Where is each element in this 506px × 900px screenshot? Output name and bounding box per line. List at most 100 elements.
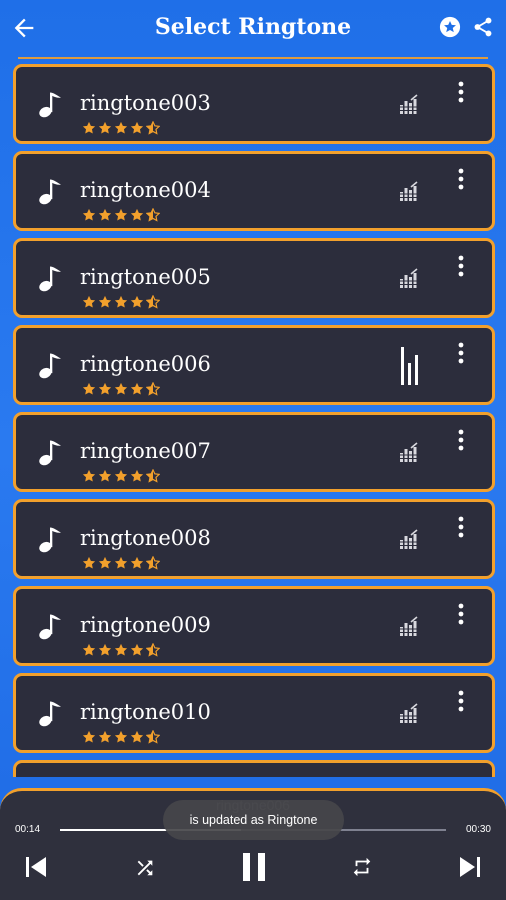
star-rating xyxy=(82,121,162,135)
star-full-icon xyxy=(130,295,144,308)
star-full-icon xyxy=(82,121,96,134)
star-full-icon xyxy=(130,730,144,743)
star-full-icon xyxy=(114,556,128,569)
total-duration: 00:30 xyxy=(465,824,491,835)
music-note-icon xyxy=(39,440,61,466)
page-title: Select Ringtone xyxy=(154,14,352,40)
star-full-icon xyxy=(82,643,96,656)
star-half-icon xyxy=(146,643,160,657)
music-note-icon xyxy=(39,179,61,205)
equalizer-icon[interactable] xyxy=(400,347,420,385)
music-note-icon xyxy=(39,527,61,553)
star-rating xyxy=(82,295,162,309)
star-full-icon xyxy=(82,295,96,308)
star-full-icon xyxy=(114,295,128,308)
shuffle-icon[interactable] xyxy=(134,857,156,879)
more-options-icon[interactable] xyxy=(456,516,466,540)
star-half-icon xyxy=(146,208,160,222)
ringtone-name: ringtone009 xyxy=(80,613,211,637)
star-full-icon xyxy=(130,469,144,482)
equalizer-icon[interactable] xyxy=(399,703,419,723)
ringtone-card[interactable]: ringtone006 xyxy=(13,325,495,405)
star-full-icon xyxy=(82,382,96,395)
star-half-icon xyxy=(146,295,160,309)
star-full-icon xyxy=(114,643,128,656)
star-rating xyxy=(82,556,162,570)
star-rating xyxy=(82,643,162,657)
equalizer-icon[interactable] xyxy=(399,181,419,201)
favorite-star-icon[interactable] xyxy=(439,16,461,38)
more-options-icon[interactable] xyxy=(456,603,466,627)
star-full-icon xyxy=(130,643,144,656)
ringtone-card[interactable]: ringtone007 xyxy=(13,412,495,492)
music-note-icon xyxy=(39,92,61,118)
ringtone-card[interactable]: ringtone008 xyxy=(13,499,495,579)
ringtone-card[interactable]: ringtone005 xyxy=(13,238,495,318)
equalizer-icon[interactable] xyxy=(399,94,419,114)
ringtone-card[interactable]: ringtone010 xyxy=(13,673,495,753)
star-full-icon xyxy=(82,469,96,482)
star-full-icon xyxy=(98,208,112,221)
star-full-icon xyxy=(98,469,112,482)
music-note-icon xyxy=(39,614,61,640)
ringtone-name: ringtone008 xyxy=(80,526,211,550)
music-note-icon xyxy=(39,701,61,727)
header-divider xyxy=(18,57,488,59)
app-bar: Select Ringtone xyxy=(0,0,506,56)
star-full-icon xyxy=(82,208,96,221)
ringtone-name: ringtone005 xyxy=(80,265,211,289)
equalizer-icon[interactable] xyxy=(399,442,419,462)
star-rating xyxy=(82,469,162,483)
more-options-icon[interactable] xyxy=(456,81,466,105)
star-rating xyxy=(82,730,162,744)
star-half-icon xyxy=(146,121,160,135)
star-rating xyxy=(82,382,162,396)
star-full-icon xyxy=(114,730,128,743)
ringtone-card[interactable]: ringtone004 xyxy=(13,151,495,231)
more-options-icon[interactable] xyxy=(456,342,466,366)
equalizer-icon[interactable] xyxy=(399,616,419,636)
ringtone-name: ringtone004 xyxy=(80,178,211,202)
star-full-icon xyxy=(98,121,112,134)
skip-previous-icon[interactable] xyxy=(24,855,48,879)
ringtone-name: ringtone007 xyxy=(80,439,211,463)
star-full-icon xyxy=(98,556,112,569)
more-options-icon[interactable] xyxy=(456,690,466,714)
star-full-icon xyxy=(114,121,128,134)
more-options-icon[interactable] xyxy=(456,429,466,453)
star-full-icon xyxy=(98,295,112,308)
ringtone-card[interactable]: ringtone009 xyxy=(13,586,495,666)
ringtone-name: ringtone006 xyxy=(80,352,211,376)
star-full-icon xyxy=(98,382,112,395)
skip-next-icon[interactable] xyxy=(458,855,482,879)
more-options-icon[interactable] xyxy=(456,168,466,192)
elapsed-time: 00:14 xyxy=(15,824,41,835)
more-options-icon[interactable] xyxy=(456,255,466,279)
star-full-icon xyxy=(82,556,96,569)
toast-message: is updated as Ringtone xyxy=(163,800,344,840)
star-rating xyxy=(82,208,162,222)
star-full-icon xyxy=(82,730,96,743)
ringtone-card-partial[interactable] xyxy=(13,760,495,777)
star-full-icon xyxy=(130,121,144,134)
repeat-icon[interactable] xyxy=(351,856,373,878)
ringtone-name: ringtone003 xyxy=(80,91,211,115)
equalizer-icon[interactable] xyxy=(399,268,419,288)
star-half-icon xyxy=(146,382,160,396)
equalizer-icon[interactable] xyxy=(399,529,419,549)
star-full-icon xyxy=(130,208,144,221)
ringtone-list[interactable]: ringtone003 ringtone004 ringtone005 ring… xyxy=(0,64,506,777)
star-full-icon xyxy=(98,730,112,743)
star-half-icon xyxy=(146,730,160,744)
star-full-icon xyxy=(98,643,112,656)
music-note-icon xyxy=(39,266,61,292)
star-half-icon xyxy=(146,469,160,483)
star-half-icon xyxy=(146,556,160,570)
ringtone-card[interactable]: ringtone003 xyxy=(13,64,495,144)
star-full-icon xyxy=(114,382,128,395)
star-full-icon xyxy=(130,556,144,569)
pause-icon[interactable] xyxy=(241,852,267,882)
ringtone-name: ringtone010 xyxy=(80,700,211,724)
share-icon[interactable] xyxy=(472,16,494,38)
star-full-icon xyxy=(130,382,144,395)
